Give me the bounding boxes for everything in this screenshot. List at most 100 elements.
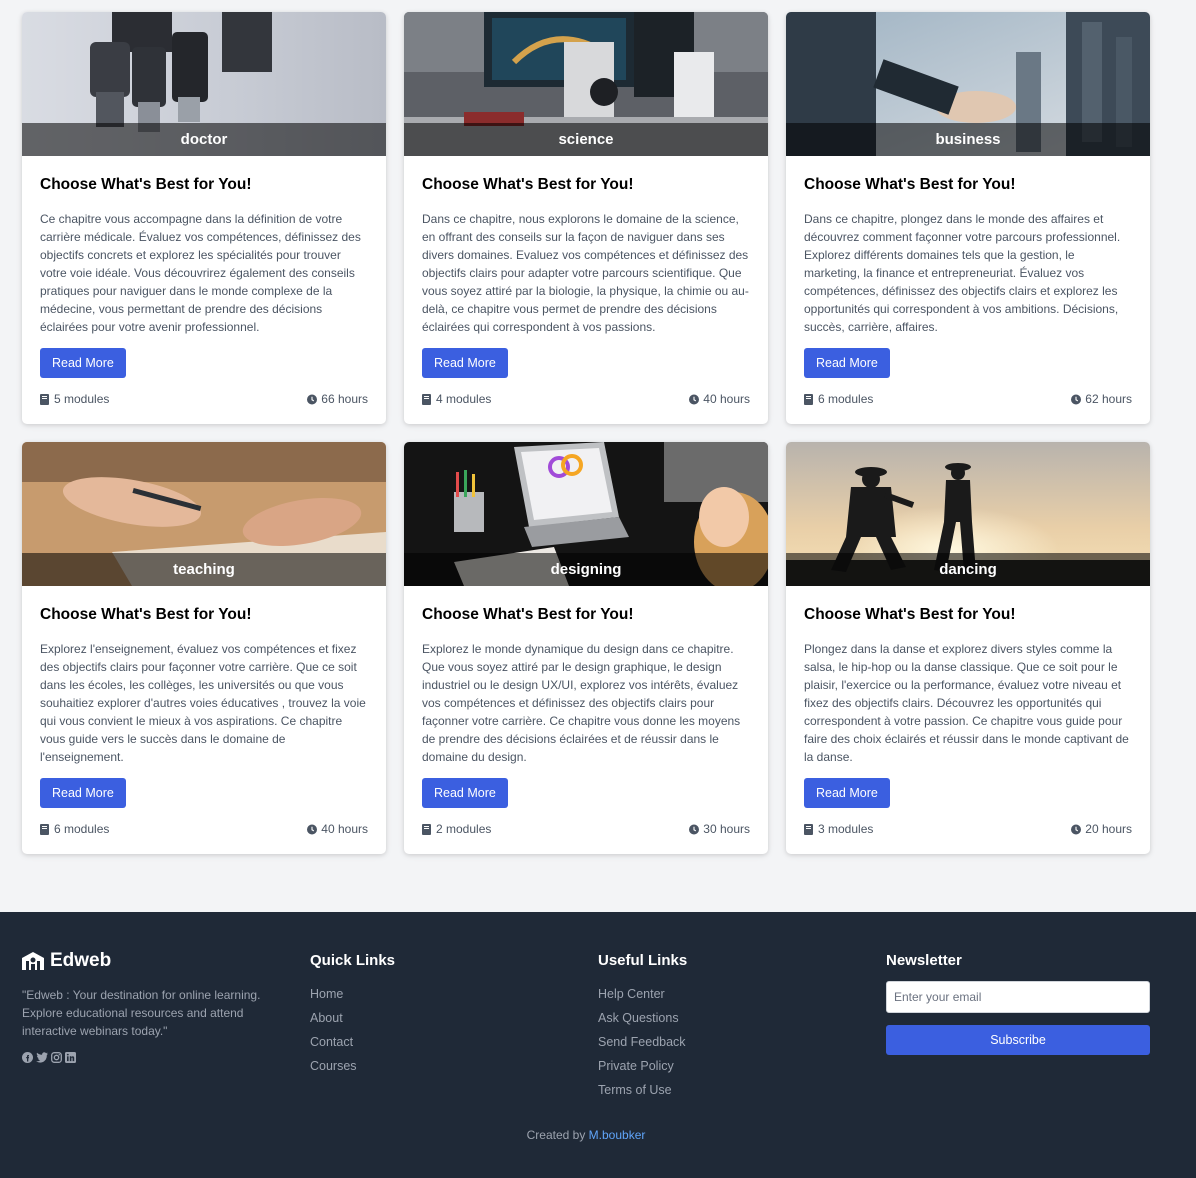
clock-icon (1071, 824, 1082, 834)
card-meta: 6 modules 62 hours (804, 392, 1132, 406)
clock-icon (1071, 394, 1082, 404)
subscribe-button[interactable]: Subscribe (886, 1025, 1150, 1055)
hours-text: 40 hours (703, 392, 750, 406)
read-more-button[interactable]: Read More (40, 778, 126, 808)
hours-text: 20 hours (1085, 822, 1132, 836)
credit-prefix: Created by (526, 1128, 586, 1142)
card-meta: 3 modules 20 hours (804, 822, 1132, 836)
useful-links-column: Useful Links Help Center Ask Questions S… (598, 950, 687, 1107)
card-meta: 2 modules 30 hours (422, 822, 750, 836)
category-band: doctor (22, 123, 386, 156)
useful-links-heading: Useful Links (598, 952, 688, 969)
linkedin-icon[interactable] (65, 1052, 76, 1063)
modules-text: 6 modules (818, 392, 874, 406)
site-footer: Edweb "Edweb : Your destination for onli… (0, 912, 1196, 1178)
course-image-science: science (404, 12, 768, 156)
course-image-teaching: teaching (22, 442, 386, 586)
course-card-science: science Choose What's Best for You! Dans… (404, 12, 768, 424)
footer-tagline: "Edweb : Your destination for online lea… (22, 988, 261, 1038)
modules-text: 5 modules (54, 392, 110, 406)
school-icon (22, 952, 44, 970)
hours-count: 40 hours (307, 822, 368, 836)
read-more-button[interactable]: Read More (804, 348, 890, 378)
category-band: business (786, 123, 1150, 156)
quick-links-column: Quick Links Home About Contact Courses (310, 950, 395, 1083)
quick-links-list: Home About Contact Courses (310, 987, 395, 1083)
card-title: Choose What's Best for You! (422, 176, 634, 193)
card-body: Choose What's Best for You! Ce chapitre … (22, 156, 386, 424)
footer-link-help-center[interactable]: Help Center (598, 987, 687, 1011)
category-band: science (404, 123, 768, 156)
modules-count: 5 modules (40, 392, 109, 406)
card-title: Choose What's Best for You! (804, 606, 1016, 623)
footer-credit: Created by M.boubker (0, 1128, 1172, 1142)
card-body: Choose What's Best for You! Dans ce chap… (786, 156, 1150, 424)
card-meta: 6 modules 40 hours (40, 822, 368, 836)
category-band: designing (404, 553, 768, 586)
course-image-designing: designing (404, 442, 768, 586)
hours-count: 62 hours (1071, 392, 1132, 406)
facebook-icon[interactable] (22, 1052, 33, 1063)
hours-text: 30 hours (703, 822, 750, 836)
social-links (22, 1052, 272, 1063)
read-more-button[interactable]: Read More (804, 778, 890, 808)
category-band: teaching (22, 553, 386, 586)
hours-text: 66 hours (321, 392, 368, 406)
footer-link-private-policy[interactable]: Private Policy (598, 1059, 687, 1083)
modules-text: 6 modules (54, 822, 110, 836)
category-band: dancing (786, 553, 1150, 586)
modules-text: 2 modules (436, 822, 492, 836)
course-image-dancing: dancing (786, 442, 1150, 586)
category-label: dancing (939, 561, 997, 578)
hours-count: 30 hours (689, 822, 750, 836)
hours-count: 66 hours (307, 392, 368, 406)
book-icon (804, 823, 813, 835)
clock-icon (307, 394, 318, 404)
clock-icon (307, 824, 318, 834)
read-more-button[interactable]: Read More (422, 348, 508, 378)
twitter-icon[interactable] (36, 1052, 48, 1063)
footer-brand-column: Edweb "Edweb : Your destination for onli… (22, 950, 272, 1063)
instagram-icon[interactable] (51, 1052, 62, 1063)
modules-count: 3 modules (804, 822, 873, 836)
book-icon (40, 393, 49, 405)
card-description: Dans ce chapitre, plongez dans le monde … (804, 212, 1121, 334)
newsletter-heading: Newsletter (886, 952, 962, 969)
clock-icon (689, 824, 700, 834)
card-body: Choose What's Best for You! Plongez dans… (786, 586, 1150, 854)
footer-link-about[interactable]: About (310, 1011, 395, 1035)
credit-author-link[interactable]: M.boubker (589, 1128, 646, 1142)
card-title: Choose What's Best for You! (40, 606, 252, 623)
book-icon (422, 393, 431, 405)
footer-link-home[interactable]: Home (310, 987, 395, 1011)
card-meta: 5 modules 66 hours (40, 392, 368, 406)
footer-link-send-feedback[interactable]: Send Feedback (598, 1035, 687, 1059)
hours-text: 62 hours (1085, 392, 1132, 406)
card-title: Choose What's Best for You! (804, 176, 1016, 193)
card-body: Choose What's Best for You! Explorez le … (404, 586, 768, 854)
brand-name: Edweb (50, 950, 112, 971)
course-card-doctor: doctor Choose What's Best for You! Ce ch… (22, 12, 386, 424)
card-meta: 4 modules 40 hours (422, 392, 750, 406)
course-cards-grid: doctor Choose What's Best for You! Ce ch… (22, 12, 1150, 854)
modules-text: 3 modules (818, 822, 874, 836)
footer-link-terms-of-use[interactable]: Terms of Use (598, 1083, 687, 1107)
modules-count: 6 modules (804, 392, 873, 406)
read-more-button[interactable]: Read More (40, 348, 126, 378)
footer-link-ask-questions[interactable]: Ask Questions (598, 1011, 687, 1035)
clock-icon (689, 394, 700, 404)
category-label: doctor (180, 131, 228, 148)
footer-link-courses[interactable]: Courses (310, 1059, 395, 1083)
newsletter-email-input[interactable] (886, 981, 1150, 1013)
category-label: designing (550, 561, 622, 578)
course-card-dancing: dancing Choose What's Best for You! Plon… (786, 442, 1150, 854)
book-icon (422, 823, 431, 835)
card-title: Choose What's Best for You! (422, 606, 634, 623)
card-description: Ce chapitre vous accompagne dans la défi… (40, 212, 361, 334)
footer-link-contact[interactable]: Contact (310, 1035, 395, 1059)
course-image-doctor: doctor (22, 12, 386, 156)
card-body: Choose What's Best for You! Dans ce chap… (404, 156, 768, 424)
read-more-button[interactable]: Read More (422, 778, 508, 808)
modules-count: 4 modules (422, 392, 491, 406)
footer-brand[interactable]: Edweb (22, 950, 272, 972)
